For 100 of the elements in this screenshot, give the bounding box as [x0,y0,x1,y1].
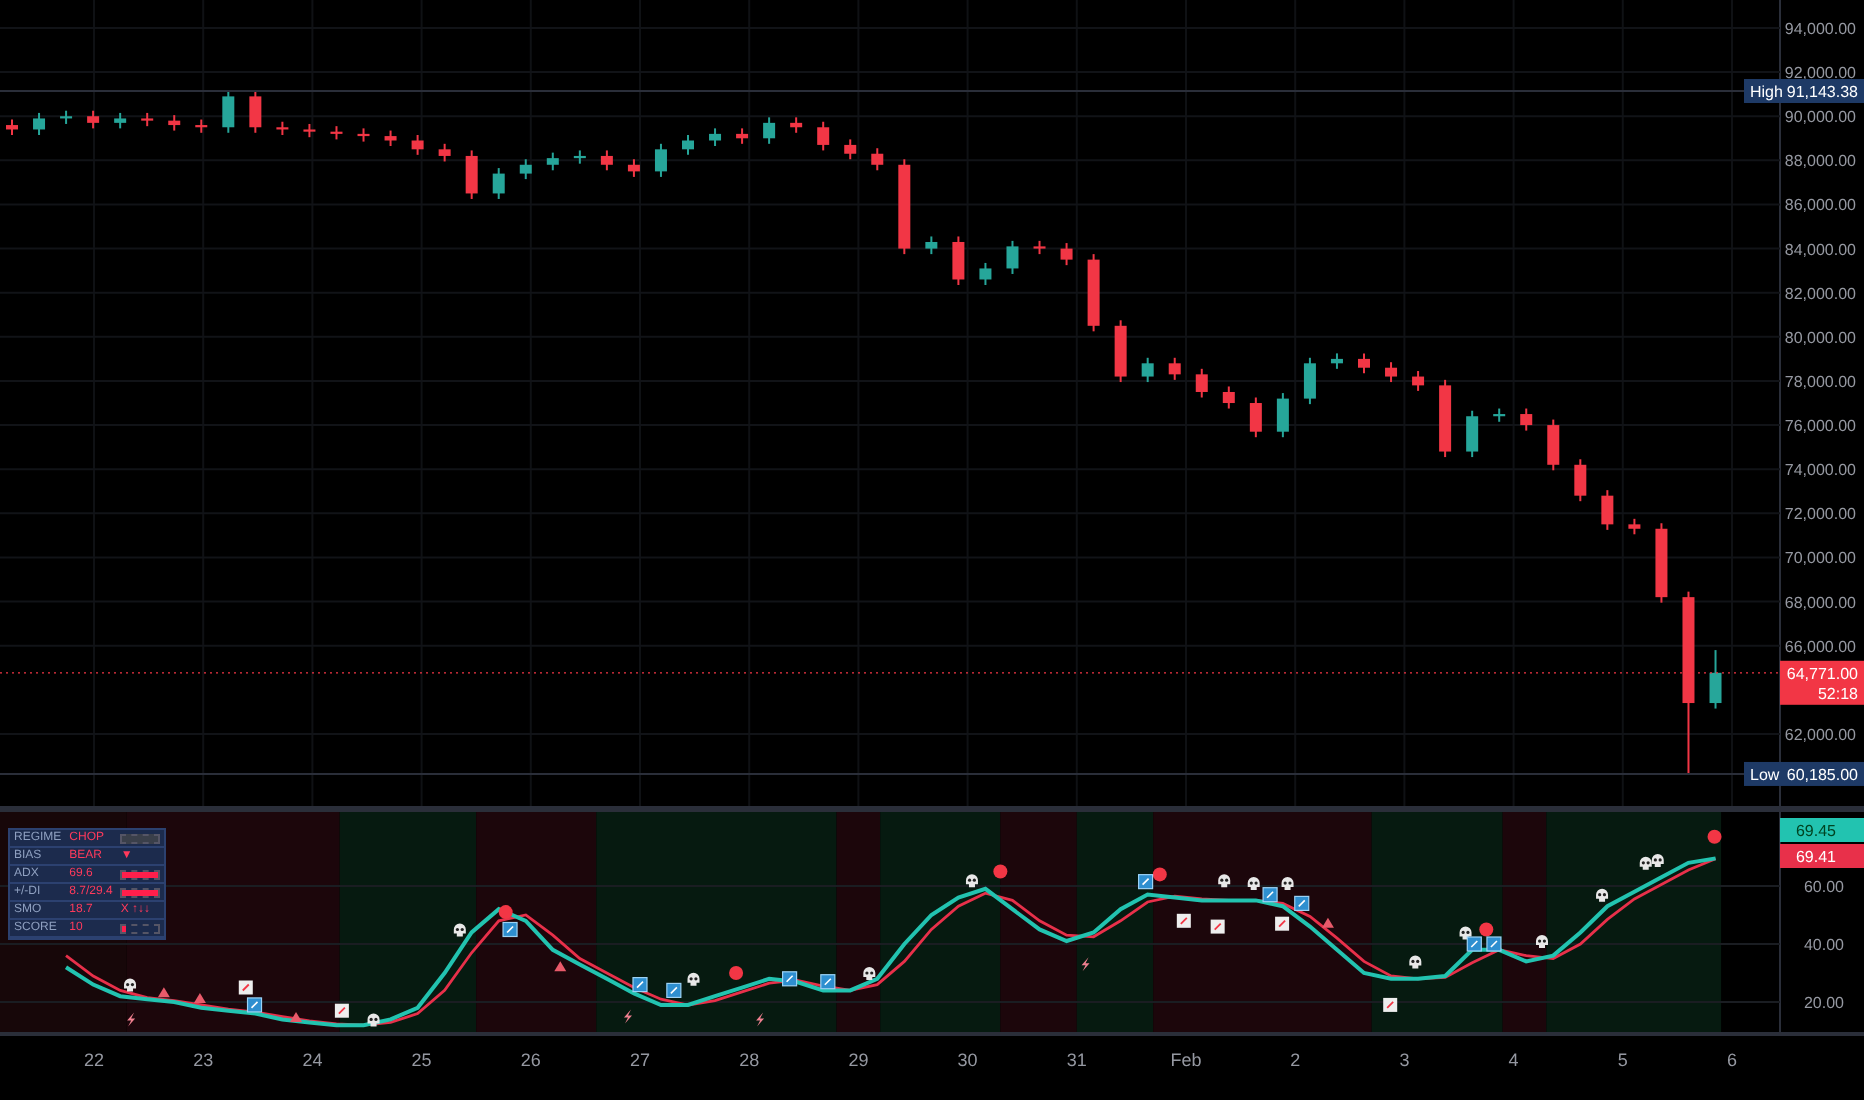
triangle-signal-icon [1321,917,1334,928]
square-signal-icon [1294,895,1310,911]
candlestick [1222,385,1235,410]
skull-icon [453,923,466,937]
candlestick [736,127,749,145]
skull-icon [1459,926,1472,940]
candlestick [519,158,532,181]
candlestick [1168,356,1181,381]
triangle-signal-icon [157,987,170,998]
date-tick-label: 27 [630,1050,650,1070]
date-tick-label: 29 [848,1050,869,1070]
signal-dot [498,905,513,920]
candlestick [600,149,613,172]
skull-icon [124,978,137,992]
date-tick-label: 24 [302,1050,323,1070]
price-tick-label: 72,000.00 [1784,505,1856,524]
square-signal-icon [1262,887,1278,903]
lightning-icon [756,1012,765,1027]
candlestick [1412,370,1425,392]
candlestick [709,127,722,147]
candlestick [573,149,586,165]
candlestick [627,158,640,178]
price-tick-label: 78,000.00 [1784,372,1856,391]
square-signal-icon [1466,936,1482,952]
candlestick [1520,407,1533,432]
date-tick-label: 26 [520,1050,541,1070]
triangle-signal-icon [554,961,567,972]
date-tick-label: 25 [411,1050,432,1070]
candlestick [790,116,803,134]
candlestick [1087,253,1100,333]
candlestick [411,134,424,156]
candlestick [1006,239,1019,275]
candlestick [898,158,911,256]
candlestick [1330,352,1343,370]
price-tick-label: 88,000.00 [1784,152,1856,171]
candlestick [222,89,235,134]
candlestick [546,151,559,172]
date-tick-label: Feb [1170,1050,1202,1070]
signal-dot [1479,922,1494,937]
candlestick [276,120,289,136]
candlestick [1358,352,1370,375]
square-signal-icon [1486,936,1502,952]
candlestick [141,111,154,128]
candlestick [1385,361,1398,384]
date-tick-label: 22 [84,1050,104,1070]
date-tick-label: 3 [1399,1050,1410,1070]
price-tick-label: 74,000.00 [1784,461,1856,480]
candlestick [1466,409,1479,459]
price-tick-label: 62,000.00 [1784,725,1856,744]
square-signal-icon [666,982,682,998]
candlestick [60,109,73,125]
price-tick-label: 92,000.00 [1784,64,1856,83]
price-tick-label: 66,000.00 [1784,637,1856,656]
lightning-icon [1081,957,1090,972]
square-signal-icon [1138,874,1154,890]
candlestick [1141,356,1154,384]
price-tick-label: 86,000.00 [1784,196,1856,215]
skull-icon [1409,955,1422,969]
high-price-label: High 91,143.38 [1744,79,1864,103]
candlestick [1655,522,1668,604]
candlestick [33,111,46,136]
candlestick [357,127,370,143]
price-tick-label: 68,000.00 [1784,593,1856,612]
candlestick [1114,319,1127,384]
date-tick-label: 28 [739,1050,760,1070]
square-signal-icon [782,971,798,987]
candlestick [1574,458,1587,503]
candlestick [330,125,343,141]
date-tick-label: 4 [1508,1050,1519,1070]
candlestick [682,134,694,156]
triangle-signal-icon [290,1011,302,1022]
date-tick-label: 5 [1617,1050,1628,1070]
lightning-icon [624,1009,632,1024]
candlestick [1628,517,1641,536]
candlestick [979,261,992,286]
candlestick [249,89,262,134]
price-tick-label: 90,000.00 [1784,108,1856,127]
signal-dot [729,966,744,980]
last-price-label: 64,771.00 52:18 [1780,660,1864,705]
candlestick [114,111,127,130]
price-tick-label: 70,000.00 [1784,549,1856,568]
oscillator-tick-label: 60.00 [1803,878,1844,896]
price-tick-label: 80,000.00 [1784,328,1856,347]
slow-value-label: 69.41 [1780,844,1864,868]
square-signal-icon [632,977,648,993]
candlestick [817,120,830,152]
candlestick [1033,239,1046,256]
candlestick [465,149,478,200]
signal-dot [1707,829,1722,844]
skull-icon [863,967,876,980]
date-tick-label: 2 [1290,1050,1301,1070]
candlestick [1060,242,1073,267]
candlestick [1249,396,1262,439]
price-tick-label: 94,000.00 [1784,20,1856,38]
empty-bar [120,833,161,843]
candlestick [1303,356,1316,406]
square-signal-icon [246,997,263,1013]
candlestick [844,138,857,161]
oscillator-tick-label: 20.00 [1803,994,1844,1012]
candlestick [1601,489,1614,531]
